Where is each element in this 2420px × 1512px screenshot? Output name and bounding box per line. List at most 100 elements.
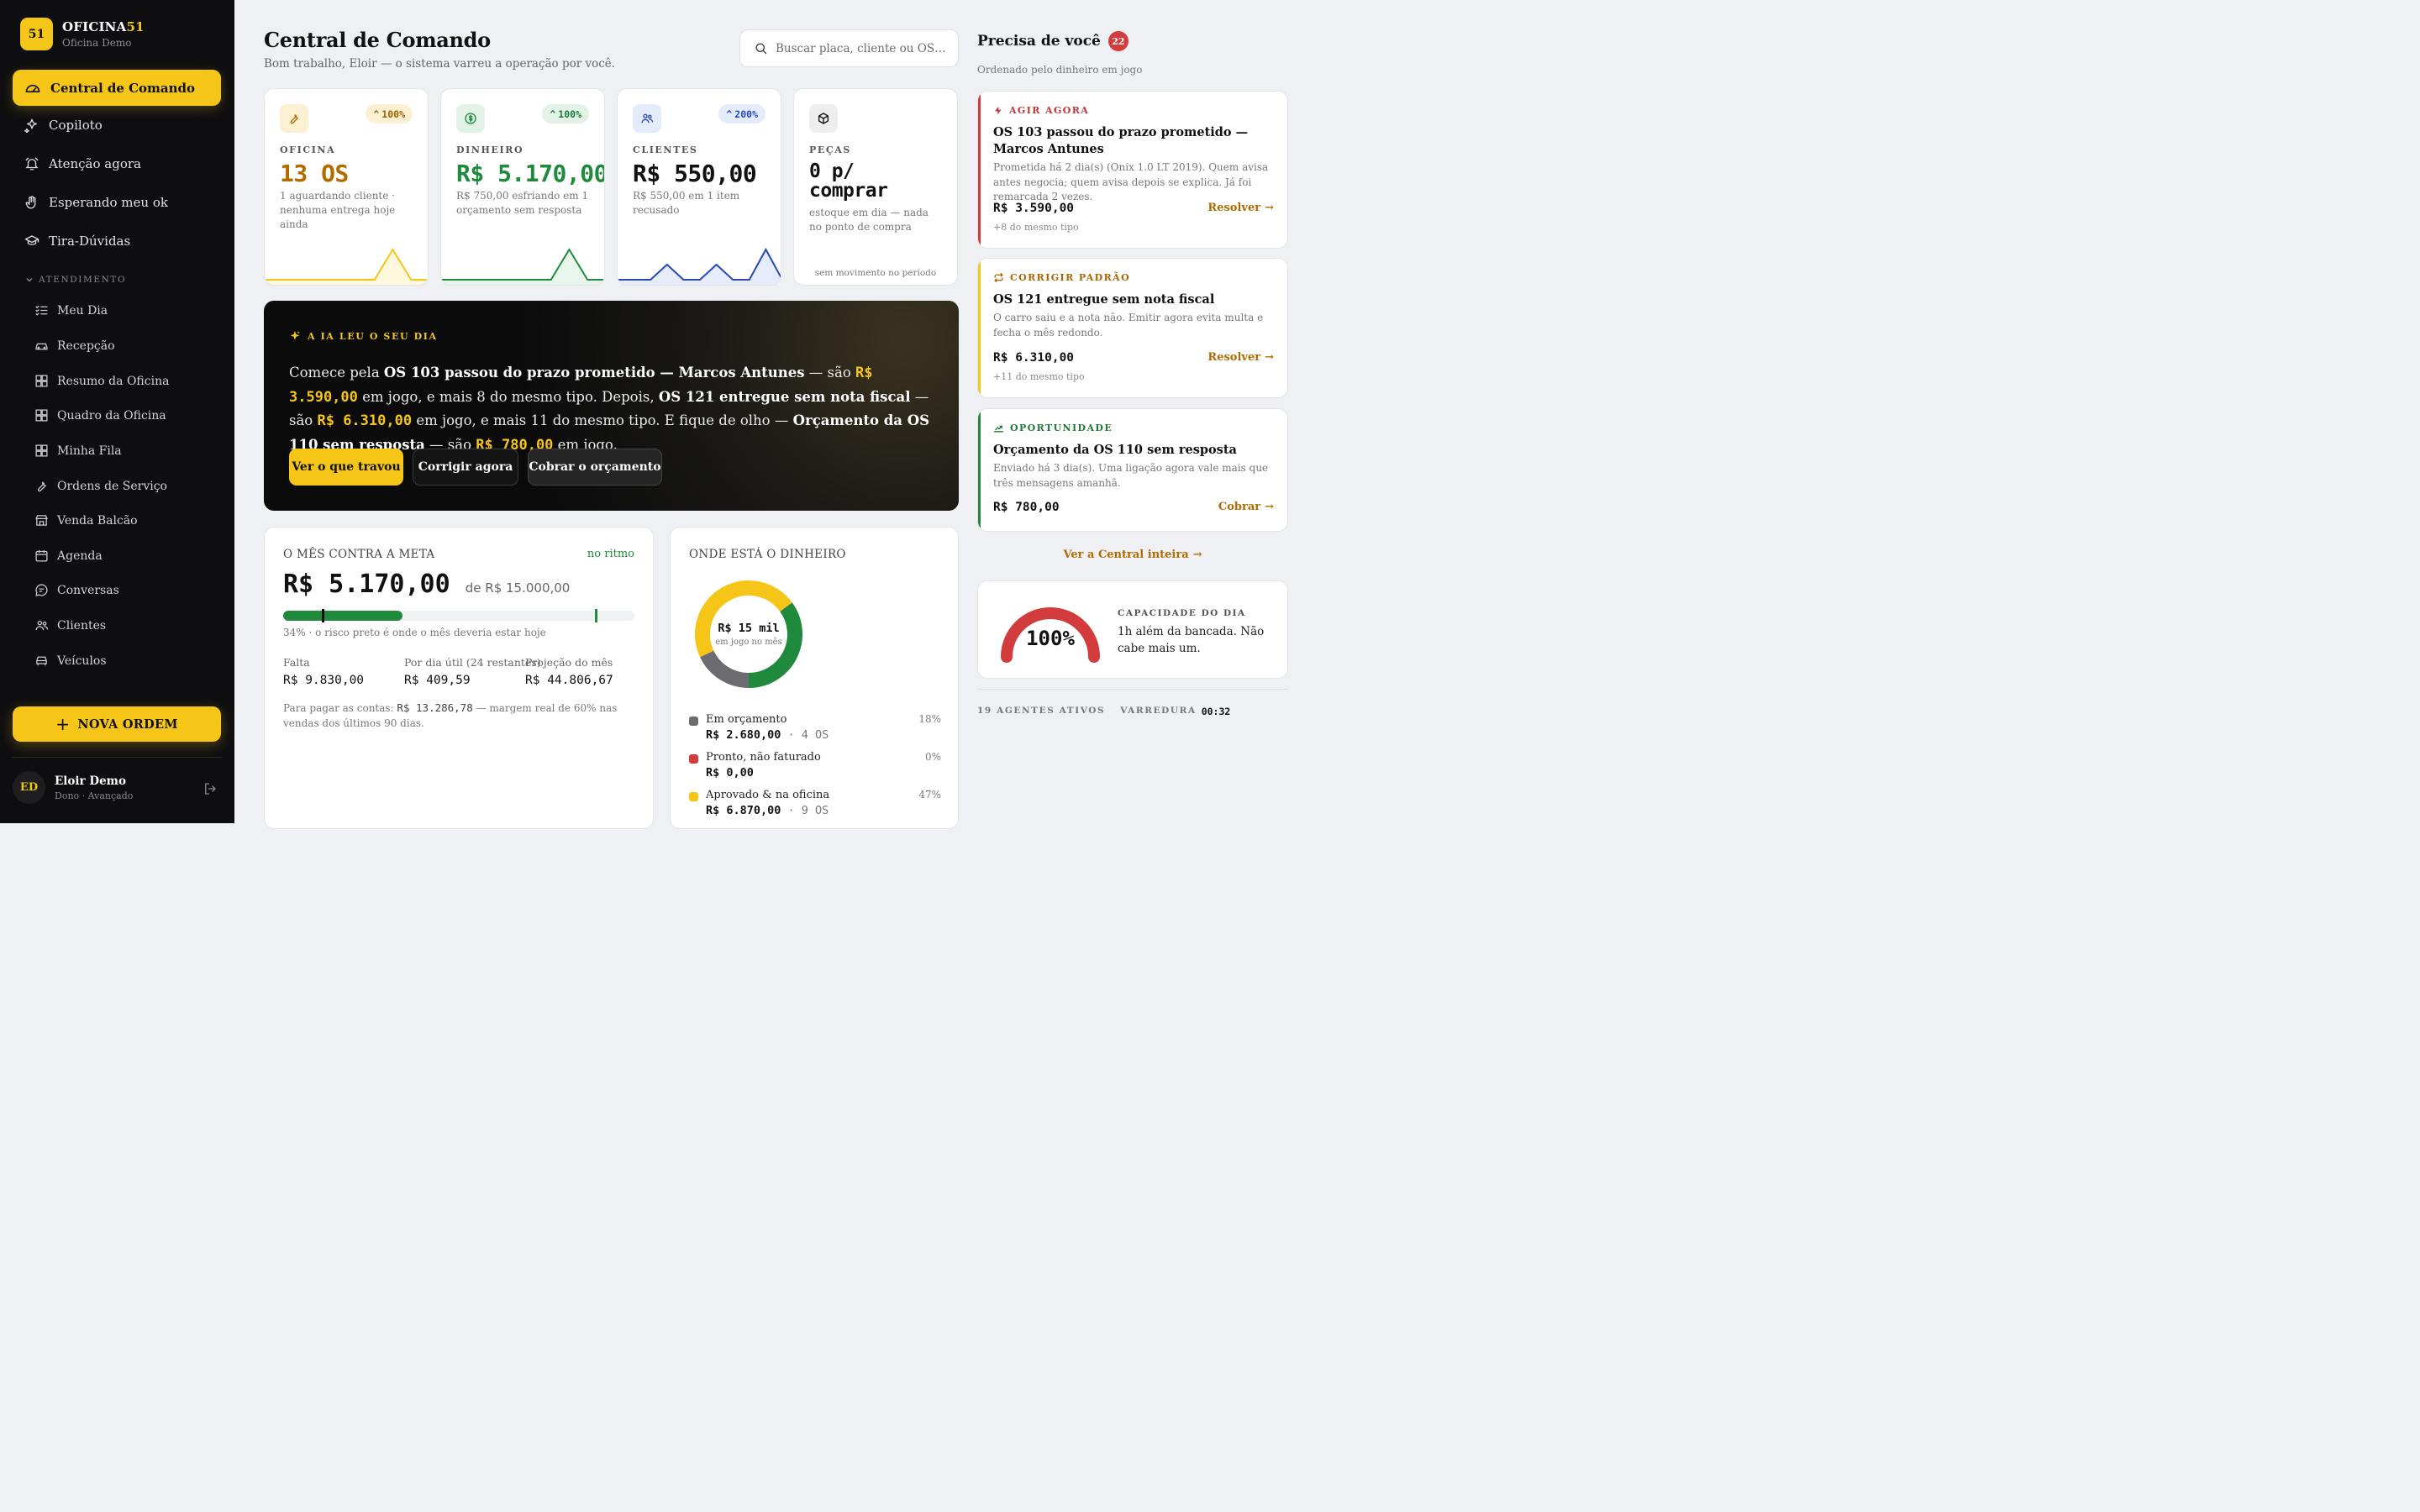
sparkline — [265, 248, 428, 285]
kpi-label: DINHEIRO — [456, 144, 524, 155]
arrow-up-icon: ^ — [550, 108, 556, 120]
car-front-icon — [36, 656, 47, 666]
new-order-button[interactable]: + NOVA ORDEM — [13, 706, 221, 742]
resolve-button[interactable]: Resolver → — [1207, 351, 1274, 364]
layout-grid-icon — [35, 375, 48, 387]
alert-value: R$ 780,00 — [993, 501, 1060, 514]
sparkles-icon — [24, 118, 37, 133]
goal-marker — [595, 609, 597, 622]
list-checks-icon — [35, 305, 48, 316]
section-toggle-atendimento[interactable]: ATENDIMENTO — [25, 275, 126, 285]
nav-item-agenda[interactable]: Agenda — [34, 549, 103, 563]
arrow-right-icon: → — [1192, 549, 1202, 561]
nav-item-label: Quadro da Oficina — [57, 408, 166, 423]
kpi-label: OFICINA — [280, 144, 336, 155]
fix-now-button[interactable]: Corrigir agora — [413, 449, 518, 486]
kpi-note: estoque em dia — nada no ponto de compra — [809, 207, 929, 233]
calendar-icon — [35, 550, 48, 562]
resolve-button[interactable]: Resolver → — [1207, 202, 1274, 214]
alert-tag: AGIR AGORA — [993, 105, 1089, 116]
see-blocked-button[interactable]: Ver o que travou — [289, 449, 403, 486]
see-all-link[interactable]: Ver a Central inteira → — [977, 549, 1288, 561]
alert-title: Orçamento da OS 110 sem resposta — [993, 443, 1237, 457]
stat-label: Projeção do mês — [525, 656, 613, 669]
ai-highlight: OS 121 entregue sem nota fiscal — [658, 388, 911, 405]
kpi-note: R$ 550,00 em 1 item recusado — [633, 190, 740, 216]
ai-eyebrow: A IA LEU O SEU DIA — [289, 330, 438, 342]
user-profile[interactable]: ED Eloir Demo Dono · Avançado — [13, 771, 221, 804]
nav-item-label: Minha Fila — [57, 444, 122, 458]
alert-tag: CORRIGIR PADRÃO — [993, 272, 1130, 283]
goal-hint: 34% · o risco preto é onde o mês deveria… — [283, 627, 546, 638]
donut-subtitle: em jogo no mês — [715, 638, 782, 647]
search-icon — [755, 43, 767, 55]
kpi-note: 1 aguardando cliente · nenhuma entrega h… — [280, 190, 396, 230]
sparkles-icon — [290, 331, 300, 340]
kpi-card-pecas[interactable]: PEÇAS 0 p/ comprar estoque em dia — nada… — [793, 88, 958, 286]
section-label: ATENDIMENTO — [39, 275, 127, 285]
chevron-down-icon — [26, 278, 33, 282]
expected-marker — [321, 609, 324, 622]
money-distribution-card: ONDE ESTÁ O DINHEIRO R$ 15 mil em jogo n… — [670, 527, 959, 829]
nav-item-conversas[interactable]: Conversas — [34, 583, 119, 597]
nav-item-label: Tira-Dúvidas — [49, 234, 131, 249]
nav-item-label: Atenção agora — [49, 156, 141, 171]
nav-item-meu-dia[interactable]: Meu Dia — [34, 303, 108, 318]
status-badge: no ritmo — [587, 548, 634, 560]
nav-item-venda-balcao[interactable]: Venda Balcão — [34, 513, 138, 528]
sidebar: 51 OFICINA51 Oficina Demo Central de Com… — [0, 0, 234, 823]
arrow-right-icon: → — [1265, 501, 1274, 513]
nav-item-esperando-meu-ok[interactable]: Esperando meu ok — [24, 195, 168, 210]
nav-item-quadro-da-oficina[interactable]: Quadro da Oficina — [34, 408, 166, 423]
nav-item-atencao-agora[interactable]: Atenção agora — [24, 156, 141, 171]
nav-item-ordens-de-servico[interactable]: Ordens de Serviço — [34, 479, 167, 493]
search-input[interactable]: Buscar placa, cliente ou OS… — [739, 29, 959, 67]
alert-description: Prometida há 2 dia(s) (Onix 1.0 LT 2019)… — [993, 161, 1269, 202]
nav-item-copiloto[interactable]: Copiloto — [24, 118, 103, 133]
alert-stripe — [978, 92, 981, 248]
sparkline — [618, 247, 781, 285]
count-badge: 22 — [1107, 31, 1128, 51]
agents-count: 19 AGENTES ATIVOS — [977, 706, 1106, 716]
logout-button[interactable] — [203, 781, 218, 796]
stat-por-dia: Por dia útil (24 restantes) R$ 409,59 — [404, 656, 541, 687]
nav-item-recepcao[interactable]: Recepção — [34, 339, 115, 353]
capacity-card: 100% CAPACIDADE DO DIA 1h além da bancad… — [977, 580, 1288, 679]
legend-swatch — [689, 792, 698, 801]
stat-label: Falta — [283, 656, 310, 669]
wrench-icon — [280, 104, 308, 133]
charge-button[interactable]: Cobrar → — [1218, 501, 1274, 513]
ai-summary-banner: A IA LEU O SEU DIA Comece pela OS 103 pa… — [264, 301, 959, 511]
alert-title: OS 121 entregue sem nota fiscal — [993, 292, 1215, 307]
nav-item-clientes[interactable]: Clientes — [34, 618, 106, 633]
kpi-value: 13 OS — [280, 160, 349, 187]
nav-item-minha-fila[interactable]: Minha Fila — [34, 444, 122, 458]
needs-you-subtitle: Ordenado pelo dinheiro em jogo — [977, 64, 1143, 76]
alert-card[interactable]: OPORTUNIDADE Orçamento da OS 110 sem res… — [977, 408, 1288, 532]
kpi-card-clientes[interactable]: ^ 200% CLIENTES R$ 550,00 R$ 550,00 em 1 … — [617, 88, 781, 286]
stat-value: R$ 409,59 — [404, 674, 471, 687]
alert-card[interactable]: AGIR AGORA OS 103 passou do prazo promet… — [977, 91, 1288, 249]
kpi-card-oficina[interactable]: ^ 100% OFICINA 13 OS 1 aguardando cliente… — [264, 88, 429, 286]
alert-tag: OPORTUNIDADE — [993, 423, 1113, 433]
empty-note: sem movimento no período — [814, 268, 937, 278]
alert-card[interactable]: CORRIGIR PADRÃO OS 121 entregue sem nota… — [977, 258, 1288, 398]
nav-item-veiculos[interactable]: Veículos — [34, 654, 107, 668]
nav-item-central-de-comando[interactable]: Central de Comando — [13, 70, 221, 106]
sparkline — [441, 248, 604, 285]
nav-item-resumo-da-oficina[interactable]: Resumo da Oficina — [34, 374, 169, 388]
charge-quote-button[interactable]: Cobrar o orçamento — [528, 449, 662, 486]
legend-label: Aprovado & na oficina — [706, 789, 830, 801]
stat-label: Por dia útil (24 restantes) — [404, 656, 541, 669]
nav-item-label: Ordens de Serviço — [57, 479, 167, 493]
kpi-card-dinheiro[interactable]: ^ 100% DINHEIRO R$ 5.170,00 R$ 750,00 esf… — [440, 88, 605, 286]
capacity-text: 1h além da bancada. Não cabe mais um. — [1118, 625, 1265, 655]
legend-percent: 47% — [918, 789, 941, 801]
nav-item-tira-duvidas[interactable]: Tira-Dúvidas — [24, 234, 130, 249]
sweep-label: VARREDURA — [1120, 706, 1197, 716]
trend-badge: ^ 100% — [366, 104, 413, 123]
brand[interactable]: 51 OFICINA51 Oficina Demo — [20, 18, 145, 50]
hand-icon — [25, 196, 36, 209]
legend-swatch — [689, 717, 698, 726]
alert-stripe — [978, 409, 981, 531]
